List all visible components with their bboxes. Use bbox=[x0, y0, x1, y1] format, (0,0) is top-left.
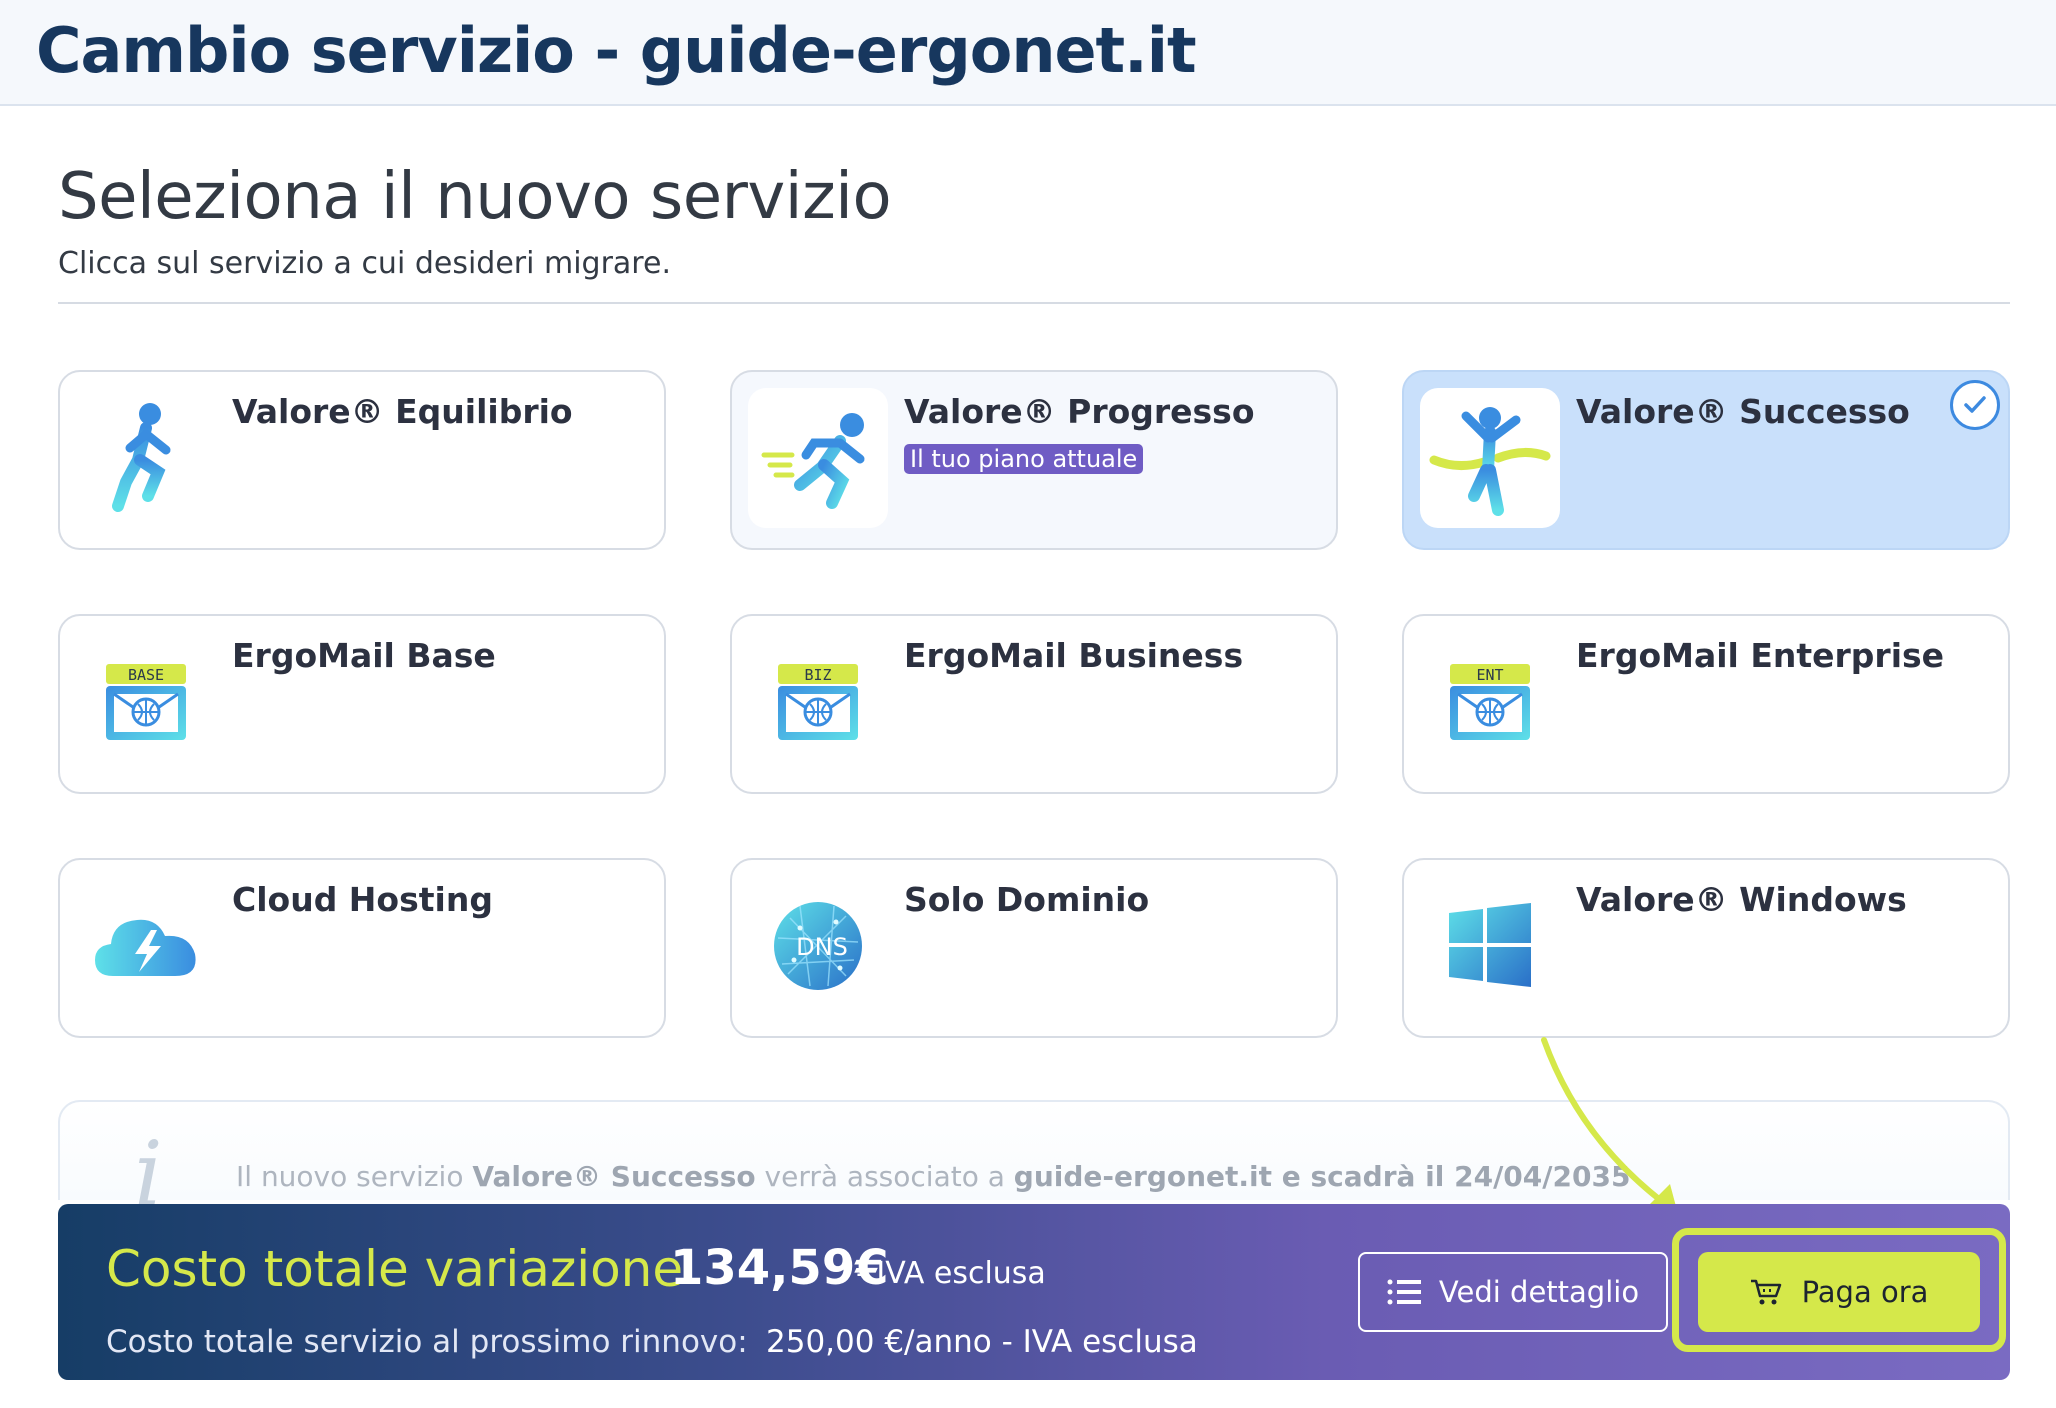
selected-check-icon bbox=[1950, 380, 2000, 430]
section-title: Seleziona il nuovo servizio bbox=[58, 160, 892, 234]
section-subtitle: Clicca sul servizio a cui desideri migra… bbox=[58, 246, 671, 281]
sprinter-icon bbox=[748, 388, 888, 528]
service-card-valore-successo[interactable]: Valore® Successo bbox=[1402, 370, 2010, 550]
pay-now-button[interactable]: Paga ora bbox=[1698, 1252, 1980, 1332]
renewal-value: 250,00 €/anno - IVA esclusa bbox=[766, 1324, 1198, 1360]
pay-now-label: Paga ora bbox=[1801, 1275, 1929, 1309]
mail-icon: BIZ bbox=[748, 632, 888, 772]
service-card-solo-dominio[interactable]: DNS Solo Dominio bbox=[730, 858, 1338, 1038]
cart-icon bbox=[1750, 1279, 1781, 1305]
service-title: Solo Dominio bbox=[904, 880, 1150, 919]
service-title: ErgoMail Base bbox=[232, 636, 496, 675]
view-detail-label: Vedi dettaglio bbox=[1438, 1275, 1640, 1309]
mail-tag-text: BASE bbox=[128, 666, 164, 684]
total-change-vat: - IVA esclusa bbox=[856, 1256, 1046, 1291]
service-title: Valore® Successo bbox=[1576, 392, 1910, 431]
finish-line-icon bbox=[1420, 388, 1560, 528]
annotation-arrow bbox=[1541, 1037, 1678, 1214]
service-card-ergomail-base[interactable]: BASE ErgoMail Base bbox=[58, 614, 666, 794]
divider bbox=[58, 302, 2010, 304]
service-title: Cloud Hosting bbox=[232, 880, 493, 919]
view-detail-button[interactable]: Vedi dettaglio bbox=[1358, 1252, 1668, 1332]
service-card-ergomail-business[interactable]: BIZ ErgoMail Business bbox=[730, 614, 1338, 794]
service-title: Valore® Equilibrio bbox=[232, 392, 573, 431]
service-card-valore-equilibrio[interactable]: Valore® Equilibrio bbox=[58, 370, 666, 550]
top-bar: Cambio servizio - guide-ergonet.it bbox=[0, 0, 2056, 106]
service-title: Valore® Windows bbox=[1576, 880, 1907, 919]
mail-tag-text: BIZ bbox=[804, 666, 831, 684]
globe-dns-icon: DNS bbox=[748, 876, 888, 1016]
service-card-valore-progresso[interactable]: Valore® Progresso Il tuo piano attuale bbox=[730, 370, 1338, 550]
service-card-valore-windows[interactable]: Valore® Windows bbox=[1402, 858, 2010, 1038]
mail-icon: BASE bbox=[76, 632, 216, 772]
service-card-cloud-hosting[interactable]: Cloud Hosting bbox=[58, 858, 666, 1038]
mail-icon: ENT bbox=[1420, 632, 1560, 772]
list-icon bbox=[1387, 1279, 1421, 1305]
service-title: ErgoMail Business bbox=[904, 636, 1244, 675]
cost-footer: Costo totale variazione 134,59€ - IVA es… bbox=[58, 1204, 2010, 1380]
service-card-ergomail-enterprise[interactable]: ENT ErgoMail Enterprise bbox=[1402, 614, 2010, 794]
current-plan-badge: Il tuo piano attuale bbox=[904, 444, 1144, 474]
window-title: Cambio servizio - guide-ergonet.it bbox=[36, 14, 1197, 87]
cloud-bolt-icon bbox=[76, 876, 216, 1016]
total-change-label: Costo totale variazione bbox=[106, 1240, 684, 1298]
service-title: ErgoMail Enterprise bbox=[1576, 636, 1945, 675]
windows-icon bbox=[1420, 876, 1560, 1016]
runner-icon bbox=[76, 388, 216, 528]
dns-label: DNS bbox=[796, 933, 848, 961]
renewal-label: Costo totale servizio al prossimo rinnov… bbox=[106, 1324, 748, 1360]
mail-tag-text: ENT bbox=[1476, 666, 1503, 684]
service-title: Valore® Progresso bbox=[904, 392, 1255, 431]
info-message: Il nuovo servizio Valore® Successo verrà… bbox=[236, 1160, 1631, 1193]
